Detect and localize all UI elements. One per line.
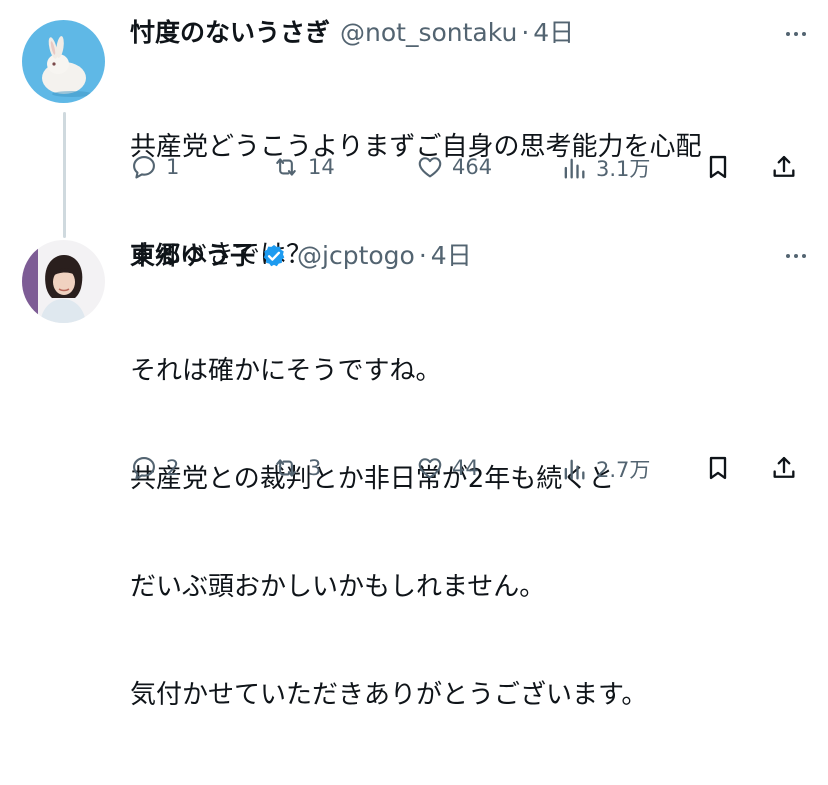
action-bar: 2 3 44 2.7万 xyxy=(130,454,810,494)
timestamp[interactable]: 4日 xyxy=(431,240,472,272)
separator-dot: · xyxy=(521,18,530,47)
reply-count: 1 xyxy=(166,155,180,179)
share-icon xyxy=(773,456,795,478)
user-handle[interactable]: @not_sontaku xyxy=(340,17,517,49)
avatar-rabbit[interactable] xyxy=(22,20,105,103)
more-icon[interactable] xyxy=(782,20,810,48)
tweet-1-header: 忖度のないうさぎ @not_sontaku · 4日 xyxy=(130,17,574,49)
bookmark-icon xyxy=(709,456,727,480)
avatar-woman[interactable] xyxy=(22,240,105,323)
reply-icon xyxy=(133,457,155,480)
retweet-count: 3 xyxy=(308,456,322,480)
action-bar: 1 14 464 3.1万 xyxy=(130,153,810,193)
like-button[interactable]: 44 xyxy=(416,454,479,482)
views-count: 3.1万 xyxy=(596,157,651,181)
reply-icon xyxy=(133,156,155,179)
tweet-line: それは確かにそうですね。 xyxy=(130,356,442,386)
reply-count: 2 xyxy=(166,456,180,480)
tweet-line: だいぶ頭おかしいかもしれません。 xyxy=(130,572,546,602)
share-icon xyxy=(773,155,795,177)
like-icon xyxy=(418,458,442,479)
tweet-2[interactable]: 東郷ゆう子 @jcptogo · 4日 それは確かにそうですね。 共産党との裁判… xyxy=(0,240,828,710)
views-button[interactable]: 2.7万 xyxy=(560,454,650,484)
tweet-line: 気付かせていただきありがとうございます。 xyxy=(130,680,648,710)
reply-button[interactable]: 1 xyxy=(130,153,179,181)
display-name[interactable]: 東郷ゆう子 xyxy=(130,240,255,272)
like-count: 464 xyxy=(452,155,493,179)
retweet-icon xyxy=(276,158,296,176)
separator-dot: · xyxy=(418,241,427,270)
tweet-1[interactable]: 忖度のないうさぎ @not_sontaku · 4日 共産党どうこうよりまずご自… xyxy=(0,0,828,270)
like-count: 44 xyxy=(452,456,479,480)
like-icon xyxy=(418,157,442,178)
reply-button[interactable]: 2 xyxy=(130,454,179,482)
user-handle[interactable]: @jcptogo xyxy=(297,240,415,272)
bookmark-icon xyxy=(709,155,727,179)
retweet-count: 14 xyxy=(308,155,335,179)
views-count: 2.7万 xyxy=(596,458,651,482)
bookmark-button[interactable] xyxy=(704,454,732,482)
tweet-text: それは確かにそうですね。 共産党との裁判とか非日常が2年も続くと だいぶ頭おかし… xyxy=(130,281,647,785)
more-icon[interactable] xyxy=(782,242,810,270)
retweet-button[interactable]: 3 xyxy=(272,454,321,482)
verified-badge-icon xyxy=(263,244,285,267)
like-button[interactable]: 464 xyxy=(416,153,492,181)
retweet-button[interactable]: 14 xyxy=(272,153,335,181)
bookmark-button[interactable] xyxy=(704,153,732,181)
retweet-icon xyxy=(276,459,296,477)
display-name[interactable]: 忖度のないうさぎ xyxy=(130,17,330,49)
views-button[interactable]: 3.1万 xyxy=(560,153,650,183)
timestamp[interactable]: 4日 xyxy=(533,17,574,49)
views-icon xyxy=(564,459,585,480)
share-button[interactable] xyxy=(770,454,798,482)
share-button[interactable] xyxy=(770,153,798,181)
tweet-2-header: 東郷ゆう子 @jcptogo · 4日 xyxy=(130,240,472,272)
views-icon xyxy=(564,158,585,179)
